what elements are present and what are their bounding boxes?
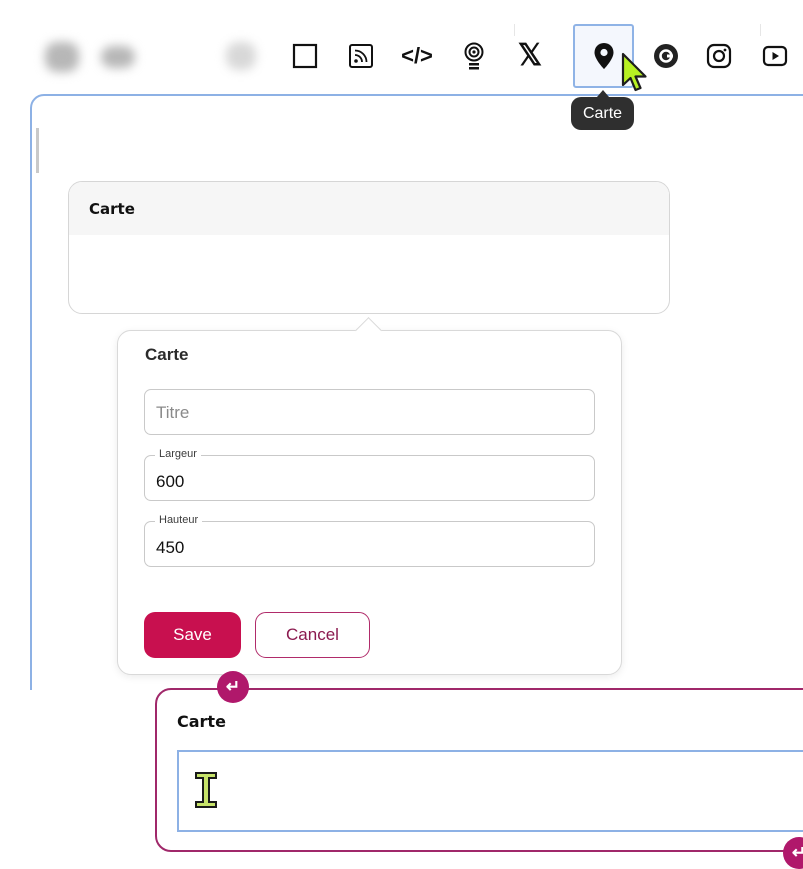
stage: </> 𝕏 Carte Carte Carte Titre Largeur 60…	[0, 0, 803, 869]
cancel-button[interactable]: Cancel	[255, 612, 370, 658]
toolbar: </> 𝕏	[0, 12, 803, 90]
toolbar-divider	[760, 24, 761, 36]
enter-badge-icon[interactable]: ↵	[783, 837, 803, 869]
enter-badge-icon[interactable]: ↵	[217, 671, 249, 703]
x-glyph: 𝕏	[517, 39, 543, 72]
width-field[interactable]: Largeur	[144, 448, 595, 501]
blurred-tool[interactable]	[45, 42, 79, 72]
title-input[interactable]	[156, 400, 576, 426]
enter-glyph: ↵	[225, 677, 241, 696]
height-field[interactable]: Hauteur	[144, 514, 595, 567]
map-block-title: Carte	[177, 712, 226, 731]
enter-glyph: ↵	[791, 843, 803, 862]
instagram-icon[interactable]	[699, 36, 739, 76]
podcast-icon[interactable]	[454, 36, 494, 76]
mouse-pointer-icon	[621, 52, 647, 92]
height-input[interactable]	[156, 535, 576, 561]
width-input[interactable]	[156, 469, 576, 495]
x-logo-icon[interactable]: 𝕏	[510, 36, 550, 76]
height-label: Hauteur	[155, 514, 203, 526]
text-cursor-icon	[195, 772, 217, 808]
toolbar-divider	[514, 24, 515, 36]
map-settings-popover: Carte Largeur Hauteur Save Cancel	[117, 317, 622, 675]
tooltip: Carte	[571, 90, 634, 130]
map-block-input[interactable]	[177, 750, 803, 832]
map-block-focused[interactable]: Carte	[155, 688, 803, 852]
map-block-title: Carte	[69, 182, 669, 235]
code-icon[interactable]: </>	[397, 36, 437, 76]
blurred-tool[interactable]	[101, 46, 135, 68]
text-caret	[36, 128, 39, 173]
blurred-tool[interactable]	[226, 42, 256, 70]
width-label: Largeur	[155, 448, 201, 460]
save-button[interactable]: Save	[144, 612, 241, 658]
popover-title: Carte	[145, 345, 189, 364]
square-icon[interactable]	[285, 36, 325, 76]
title-field[interactable]	[144, 389, 595, 435]
rss-icon[interactable]	[341, 36, 381, 76]
editor-screenshot: </> 𝕏 Carte Carte Carte Titre Largeur 60…	[0, 0, 803, 690]
grammarly-icon[interactable]	[646, 36, 686, 76]
map-block[interactable]: Carte	[68, 181, 670, 314]
youtube-icon[interactable]	[755, 36, 795, 76]
code-glyph: </>	[401, 43, 433, 68]
